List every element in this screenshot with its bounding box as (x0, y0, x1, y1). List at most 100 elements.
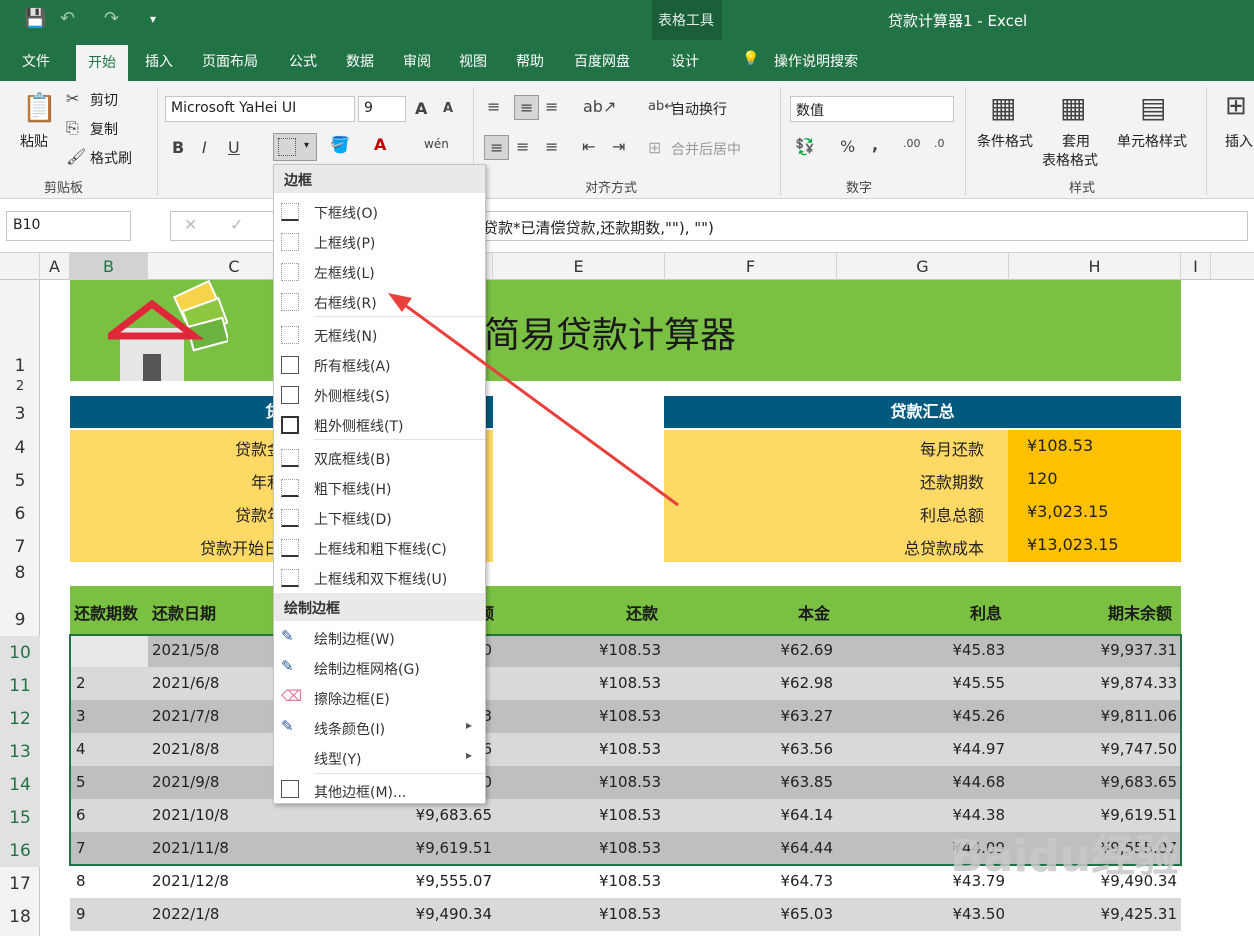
table-cell[interactable]: 2 (76, 674, 86, 692)
underline-icon[interactable]: U (228, 138, 240, 157)
table-cell[interactable]: ¥45.83 (953, 641, 1006, 659)
table-cell[interactable]: ¥108.53 (599, 905, 661, 923)
table-cell[interactable]: ¥43.50 (953, 905, 1006, 923)
orientation-icon[interactable]: ab↗ (583, 97, 616, 116)
menu-item-all-borders[interactable]: 所有框线(A) (274, 350, 485, 380)
table-cell[interactable]: 2021/9/8 (152, 773, 219, 791)
currency-icon[interactable]: 💱 (795, 137, 815, 156)
font-color-icon[interactable]: A (374, 135, 386, 154)
summary-value[interactable]: ¥108.53 (1027, 436, 1093, 455)
row-header[interactable]: 9 (0, 610, 40, 630)
column-header-f[interactable]: F (665, 253, 837, 280)
tab-design[interactable]: 设计 (671, 51, 699, 71)
table-cell[interactable]: ¥63.56 (781, 740, 834, 758)
table-cell[interactable]: 2022/1/8 (152, 905, 219, 923)
tab-baidu-netdisk[interactable]: 百度网盘 (574, 51, 630, 71)
table-cell[interactable]: ¥65.03 (781, 905, 834, 923)
name-box[interactable]: B10 (6, 211, 131, 241)
table-cell[interactable]: ¥108.53 (599, 806, 661, 824)
copy-button[interactable]: 复制 (90, 119, 118, 139)
increase-indent-icon[interactable]: ⇥ (612, 137, 625, 156)
align-right-icon[interactable]: ≡ (545, 137, 558, 156)
table-cell[interactable]: ¥62.69 (781, 641, 834, 659)
table-cell[interactable]: ¥62.98 (781, 674, 834, 692)
wrap-text-button[interactable]: 自动换行 (671, 99, 727, 119)
table-cell[interactable]: 2021/11/8 (152, 839, 229, 857)
table-cell[interactable]: ¥108.53 (599, 872, 661, 890)
fill-color-icon[interactable]: 🪣 (330, 135, 350, 154)
enter-icon[interactable]: ✓ (230, 215, 243, 234)
table-cell[interactable]: ¥45.26 (953, 707, 1006, 725)
increase-font-icon[interactable]: A (415, 99, 427, 118)
menu-item-line-color[interactable]: ✎ 线条颜色(I) ▸ (274, 713, 485, 743)
customize-qat-icon[interactable]: ▾ (150, 12, 156, 26)
row-header[interactable]: 17 (0, 874, 40, 894)
row-header[interactable]: 7 (0, 537, 40, 557)
table-cell[interactable]: 2021/12/8 (152, 872, 229, 890)
row-header[interactable]: 12 (0, 702, 40, 735)
column-header-a[interactable]: A (40, 253, 70, 280)
table-header-cell[interactable]: 期末余额 (1108, 600, 1172, 624)
menu-item-more-borders[interactable]: 其他边框(M)... (274, 776, 485, 806)
row-header[interactable]: 1 (0, 356, 40, 376)
table-cell[interactable]: ¥9,874.33 (1101, 674, 1177, 692)
cell-style-icon[interactable]: ▤ (1140, 91, 1166, 124)
table-cell[interactable]: ¥63.27 (781, 707, 834, 725)
merge-icon[interactable]: ⊞ (648, 138, 661, 157)
column-header-e[interactable]: E (493, 253, 665, 280)
summary-value[interactable]: 120 (1027, 469, 1058, 488)
menu-item-erase-border[interactable]: ⌫ 擦除边框(E) (274, 683, 485, 713)
column-header-h[interactable]: H (1009, 253, 1181, 280)
table-cell[interactable]: 2021/8/8 (152, 740, 219, 758)
merge-center-button[interactable]: 合并后居中 (671, 139, 741, 159)
menu-item-thick-outside-borders[interactable]: 粗外侧框线(T) (274, 410, 485, 440)
table-header-cell[interactable]: 还款日期 (152, 600, 216, 624)
table-cell[interactable]: ¥108.53 (599, 740, 661, 758)
row-header[interactable]: 4 (0, 438, 40, 458)
font-size-select[interactable]: 9 (358, 96, 406, 122)
conditional-format-button[interactable]: 条件格式 (977, 131, 1033, 151)
table-cell[interactable]: ¥9,811.06 (1101, 707, 1177, 725)
table-cell[interactable]: ¥108.53 (599, 707, 661, 725)
lightbulb-icon[interactable]: 💡 (742, 51, 759, 67)
table-cell[interactable]: 7 (76, 839, 86, 857)
table-cell[interactable]: 2021/5/8 (152, 641, 219, 659)
undo-icon[interactable]: ↶ (60, 8, 75, 29)
table-cell[interactable]: ¥9,683.65 (1101, 773, 1177, 791)
decrease-decimal-icon[interactable]: .0 (934, 137, 945, 150)
table-cell[interactable]: ¥108.53 (599, 773, 661, 791)
table-cell[interactable]: ¥108.53 (599, 674, 661, 692)
font-name-select[interactable]: Microsoft YaHei UI (165, 96, 355, 122)
table-format-label-2[interactable]: 表格格式 (1042, 150, 1098, 170)
cancel-icon[interactable]: ✕ (184, 215, 197, 234)
menu-item-thick-bottom-border[interactable]: 粗下框线(H) (274, 473, 485, 503)
table-cell[interactable]: ¥64.44 (781, 839, 834, 857)
tab-view[interactable]: 视图 (459, 51, 487, 71)
table-cell[interactable]: 4 (76, 740, 86, 758)
table-header-cell[interactable]: 还款 (626, 600, 658, 624)
select-all-corner[interactable] (0, 253, 40, 280)
align-middle-icon[interactable]: ≡ (514, 95, 540, 120)
redo-icon[interactable]: ↷ (104, 8, 119, 29)
increase-decimal-icon[interactable]: .00 (903, 137, 921, 150)
row-header[interactable]: 15 (0, 801, 40, 834)
menu-item-top-bottom-border[interactable]: 上下框线(D) (274, 503, 485, 533)
align-top-icon[interactable]: ≡ (487, 97, 500, 116)
table-header-cell[interactable]: 利息 (970, 600, 1002, 624)
table-cell[interactable]: ¥9,683.65 (416, 806, 492, 824)
row-header[interactable]: 14 (0, 768, 40, 801)
column-header-i[interactable]: I (1181, 253, 1211, 280)
percent-icon[interactable]: % (840, 137, 855, 156)
table-cell[interactable]: 3 (76, 707, 86, 725)
summary-value[interactable]: ¥3,023.15 (1027, 502, 1108, 521)
column-header-g[interactable]: G (837, 253, 1009, 280)
table-cell[interactable]: ¥9,619.51 (416, 839, 492, 857)
table-cell[interactable]: ¥45.55 (953, 674, 1006, 692)
menu-item-bottom-border[interactable]: 下框线(O) (274, 197, 485, 227)
tab-formulas[interactable]: 公式 (289, 51, 317, 71)
row-header[interactable]: 8 (0, 563, 40, 583)
border-button[interactable]: ▾ (273, 133, 317, 161)
tab-review[interactable]: 审阅 (403, 51, 431, 71)
table-cell[interactable]: 5 (76, 773, 86, 791)
table-cell[interactable]: 6 (76, 806, 86, 824)
